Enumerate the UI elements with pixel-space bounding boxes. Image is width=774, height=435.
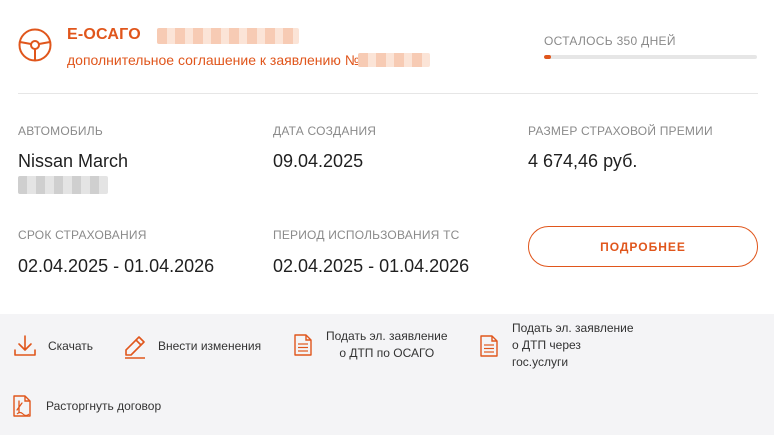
divider: [18, 93, 758, 94]
claim-gos-line1: Подать эл. заявление: [512, 321, 634, 335]
download-action[interactable]: Скачать: [12, 333, 93, 359]
steering-wheel-icon: [18, 28, 52, 62]
policy-card: Е-ОСАГО дополнительное соглашение к заяв…: [0, 0, 774, 314]
created-value: 09.04.2025: [273, 151, 364, 171]
term-label: СРОК СТРАХОВАНИЯ: [18, 228, 147, 242]
pencil-icon: [125, 336, 145, 359]
days-remaining-progress: [544, 55, 757, 59]
terminate-label: Расторгнуть договор: [46, 398, 162, 413]
premium-label: РАЗМЕР СТРАХОВОЙ ПРЕМИИ: [528, 124, 713, 138]
term-value: 02.04.2025 - 01.04.2026: [18, 256, 215, 276]
terminate-action[interactable]: Расторгнуть договор: [10, 393, 161, 419]
policy-number-redacted: [157, 28, 299, 44]
created-label: ДАТА СОЗДАНИЯ: [273, 124, 377, 138]
car-value: Nissan March: [18, 151, 129, 171]
policy-title: Е-ОСАГО: [67, 26, 141, 43]
days-remaining-label: ОСТАЛОСЬ 350 ДНЕЙ: [544, 34, 676, 48]
edit-action[interactable]: Внести изменения: [122, 333, 261, 359]
claim-gos-line2: о ДТП через: [512, 338, 581, 352]
usage-period-label: ПЕРИОД ИСПОЛЬЗОВАНИЯ ТС: [273, 228, 460, 242]
actions-bar: Скачать Внести изменения Подать эл. заяв…: [0, 314, 774, 435]
premium-value: 4 674,46 руб.: [528, 151, 638, 171]
details-button[interactable]: ПОДРОБНЕЕ: [528, 226, 758, 267]
application-number-redacted: [358, 53, 430, 67]
usage-period-value: 02.04.2025 - 01.04.2026: [273, 256, 470, 276]
edit-label: Внести изменения: [158, 338, 262, 353]
document-icon: [294, 334, 312, 356]
claim-osago-action[interactable]: Подать эл. заявление о ДТП по ОСАГО: [290, 328, 448, 362]
license-plate-redacted: [18, 176, 108, 194]
claim-gos-line3: гос.услуги: [512, 355, 569, 369]
claim-osago-line2: о ДТП по ОСАГО: [339, 346, 435, 360]
progress-fill: [544, 55, 552, 59]
claim-osago-line1: Подать эл. заявление: [326, 329, 448, 343]
claim-gosuslugi-action[interactable]: Подать эл. заявление о ДТП через гос.усл…: [476, 320, 634, 371]
document-icon: [480, 334, 498, 357]
download-icon: [14, 335, 36, 356]
policy-subtitle: дополнительное соглашение к заявлению №: [67, 52, 360, 68]
download-label: Скачать: [48, 338, 93, 353]
terminate-document-icon: [13, 395, 31, 417]
car-label: АВТОМОБИЛЬ: [18, 124, 103, 138]
